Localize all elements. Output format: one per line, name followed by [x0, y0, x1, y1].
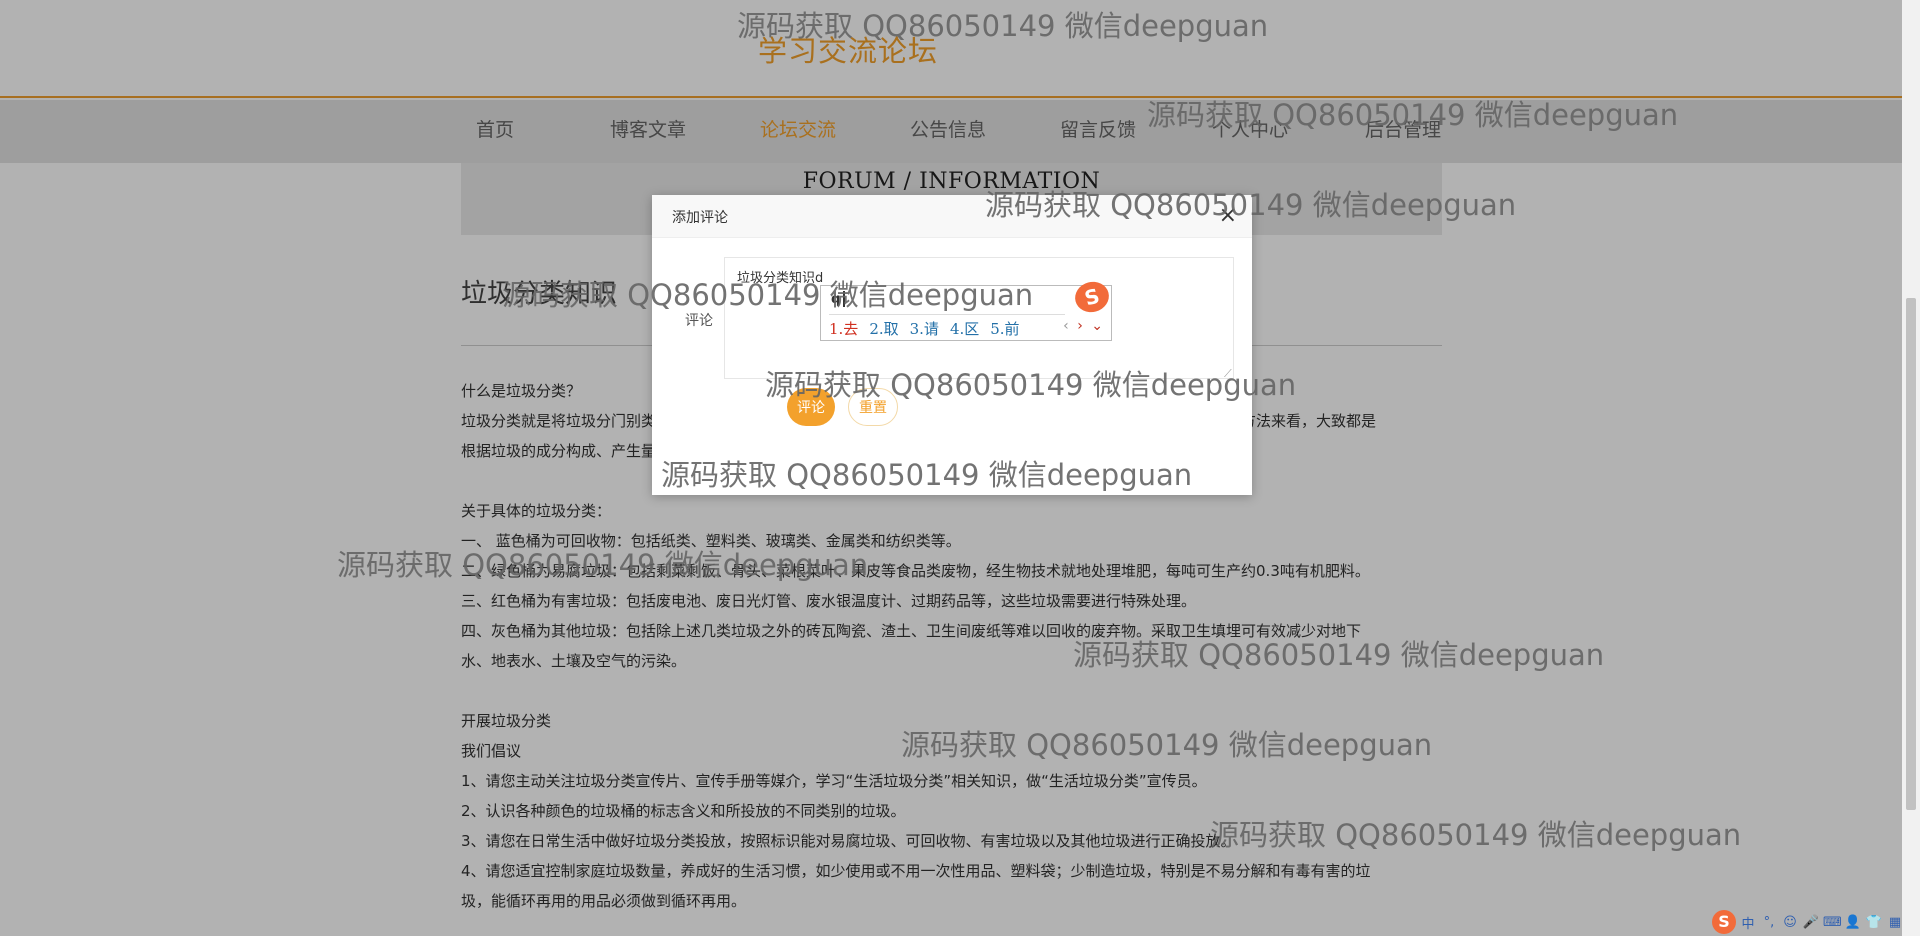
user-icon[interactable]: 👤 — [1844, 915, 1862, 930]
ime-prev-icon[interactable]: ‹ — [1063, 318, 1071, 334]
emoji-icon[interactable]: ☺ — [1781, 915, 1799, 930]
ime-expand-icon[interactable]: ⌄ — [1091, 318, 1105, 334]
keyboard-icon[interactable]: ⌨ — [1823, 915, 1842, 930]
sogou-tray-icon[interactable]: S — [1712, 910, 1736, 934]
ime-caret — [843, 291, 845, 307]
punctuation-icon[interactable]: °, — [1760, 915, 1778, 930]
page-scrollbar[interactable] — [1902, 0, 1920, 936]
close-icon[interactable]: × — [1219, 203, 1237, 229]
dialog-title: 添加评论 — [672, 210, 728, 226]
ime-input-text: q — [831, 292, 841, 307]
dialog-header: 添加评论 × — [652, 195, 1252, 238]
ime-next-icon[interactable]: › — [1077, 318, 1085, 334]
ime-candidate[interactable]: 3.请 — [910, 318, 939, 339]
toolbox-icon[interactable]: ▦ — [1886, 915, 1904, 930]
submit-comment-button[interactable]: 评论 — [787, 388, 835, 426]
ime-toolbar: S 中 °, ☺ 🎤 ⌨ 👤 👕 ▦ — [1712, 908, 1904, 936]
ime-candidate-list: 1.去 2.取 3.请 4.区 5.前 — [829, 318, 1020, 339]
resize-handle-icon[interactable]: ⟋ — [1224, 367, 1232, 381]
chinese-mode-icon[interactable]: 中 — [1739, 913, 1757, 932]
ime-candidate-window: q S 1.去 2.取 3.请 4.区 5.前 ‹ › ⌄ — [820, 278, 1113, 341]
ime-page-nav: ‹ › ⌄ — [1063, 318, 1105, 334]
ime-candidate[interactable]: 1.去 — [829, 318, 858, 339]
comment-label: 评论 — [685, 313, 713, 329]
scrollbar-thumb[interactable] — [1906, 298, 1916, 810]
ime-candidate[interactable]: 4.区 — [950, 318, 979, 339]
ime-candidate[interactable]: 2.取 — [869, 318, 898, 339]
reset-button[interactable]: 重置 — [848, 388, 898, 426]
microphone-icon[interactable]: 🎤 — [1802, 915, 1820, 930]
add-comment-dialog: 添加评论 × 评论 垃圾分类知识d ⟋ 评论 重置 — [652, 195, 1252, 495]
ime-candidate[interactable]: 5.前 — [990, 318, 1019, 339]
ime-separator — [829, 314, 1065, 315]
skin-icon[interactable]: 👕 — [1865, 915, 1883, 930]
